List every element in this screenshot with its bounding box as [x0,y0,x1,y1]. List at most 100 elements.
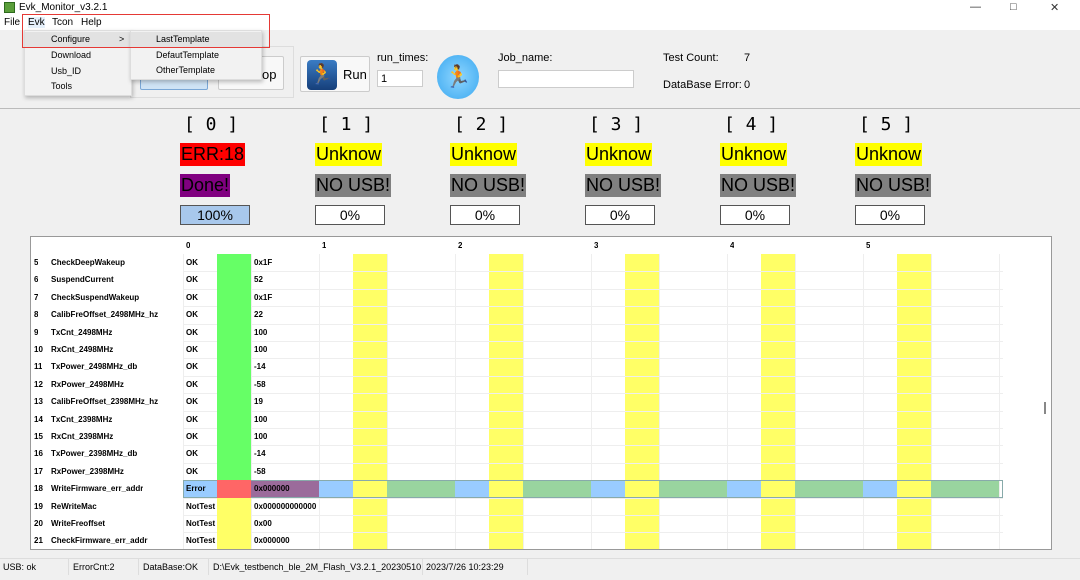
device-state-badge: NO USB! [315,174,392,197]
grid-line [999,254,1000,549]
run-button[interactable]: 🏃 Run [300,56,370,92]
grid-line [319,254,320,549]
test-name[interactable]: CalibFreOffset_2398MHz_hz [51,393,158,410]
test-value: 100 [254,414,268,424]
grid-line [591,254,592,549]
test-value: -14 [254,449,266,459]
menu-item-default-template[interactable]: DefautTemplate [156,50,219,60]
test-name[interactable]: CalibFreOffset_2498MHz_hz [51,306,158,323]
device-index: [ 1 ] [319,114,374,135]
device-status-column [353,254,387,549]
test-name[interactable]: RxCnt_2398MHz [51,428,113,445]
test-value: 0x000000 [254,536,290,546]
status-color-cell [217,341,251,359]
test-name[interactable]: TxPower_2498MHz_db [51,358,137,375]
status-color-cell [217,532,251,549]
runner-icon: 🏃 [307,60,337,90]
divider [0,108,1080,109]
device-index: [ 4 ] [724,114,779,135]
menu-item-download[interactable]: Download [51,50,91,60]
test-value: 100 [254,327,268,337]
test-name[interactable]: ReWriteMac [51,498,97,515]
row-number: 13 [34,397,43,407]
test-status: OK [186,379,198,389]
grid-line [183,254,184,549]
highlight-annotation [22,14,270,48]
scrollbar-thumb[interactable] [1044,402,1046,414]
status-bar: USB: ok ErrorCnt:2 DataBase:OK D:\Evk_te… [0,558,1080,575]
test-value: 0x000000 [254,484,290,494]
device-status-column [761,254,795,549]
test-name[interactable]: CheckFirmware_err_addr [51,532,148,549]
status-color-cell [217,393,251,411]
row-number: 7 [34,292,39,302]
test-status: OK [186,327,198,337]
grid-line [727,254,728,549]
test-name[interactable]: CheckSuspendWakeup [51,289,139,306]
status-color-cell [217,323,251,341]
test-value: 0x1F [254,292,273,302]
status-color-cell [217,375,251,394]
cloud-runner-icon[interactable]: 🏃 [437,55,479,99]
grid-line [523,254,524,549]
test-status: OK [186,466,198,476]
row-number: 17 [34,466,43,476]
test-name[interactable]: TxPower_2398MHz_db [51,445,137,462]
run-times-input[interactable] [377,70,423,87]
test-name[interactable]: TxCnt_2498MHz [51,324,112,341]
status-color-cell [217,306,251,324]
test-name[interactable]: RxPower_2398MHz [51,463,124,480]
menu-item-other-template[interactable]: OtherTemplate [156,65,215,75]
row-number: 6 [34,275,39,285]
menu-item-tools[interactable]: Tools [51,81,72,91]
status-color-cell [217,428,251,446]
test-status: OK [186,449,198,459]
row-number: 12 [34,379,43,389]
device-result-badge: Unknow [720,143,788,166]
test-value: 0x000000000000 [254,501,317,511]
device-result-badge: ERR:18 [180,143,246,166]
column-header: 2 [458,241,463,250]
device-state-badge: NO USB! [720,174,797,197]
status-color-cell [217,254,251,272]
test-value: 0x1F [254,258,273,267]
status-color-cell [217,480,251,498]
test-name[interactable]: WriteFirmware_err_addr [51,480,143,497]
db-error-value: 0 [744,79,751,91]
test-status: OK [186,258,198,267]
row-number: 15 [34,432,43,441]
status-color-cell [217,358,251,376]
job-name-input[interactable] [498,70,634,88]
minimize-button[interactable]: — [970,1,981,13]
test-name[interactable]: TxCnt_2398MHz [51,411,112,428]
row-number: 9 [34,327,39,337]
test-count-value: 7 [744,52,751,64]
grid-line [251,254,252,549]
job-name-label: Job_name: [498,52,553,64]
status-timestamp: 2023/7/26 10:23:29 [426,562,504,572]
device-progress: 0% [855,205,925,225]
stop-label: op [262,67,277,82]
test-value: 100 [254,432,268,441]
maximize-button[interactable]: □ [1010,1,1017,13]
test-value: -58 [254,466,266,476]
test-name[interactable]: RxPower_2498MHz [51,376,124,393]
test-name[interactable]: RxCnt_2498MHz [51,341,113,358]
results-table: 0 1 2 3 4 5 5 CheckDeepWakeup OK 0x1F 6 SuspendCurr… [30,236,1052,550]
device-index: [ 3 ] [589,114,644,135]
test-value: 22 [254,310,263,320]
close-button[interactable]: ✕ [1050,1,1059,14]
test-count-label: Test Count: [663,52,719,64]
run-times-label: run_times: [377,52,429,64]
device-result-badge: Unknow [450,143,518,166]
device-result-badge: Unknow [585,143,653,166]
test-status: OK [186,414,198,424]
test-name[interactable]: CheckDeepWakeup [51,254,125,271]
test-name[interactable]: WriteFreoffset [51,515,105,532]
menu-item-usb-id[interactable]: Usb_ID [51,66,81,76]
test-name[interactable]: SuspendCurrent [51,271,114,288]
menu-file[interactable]: File [4,17,20,28]
row-number: 16 [34,449,43,459]
device-progress: 0% [450,205,520,225]
row-number: 19 [34,501,43,511]
